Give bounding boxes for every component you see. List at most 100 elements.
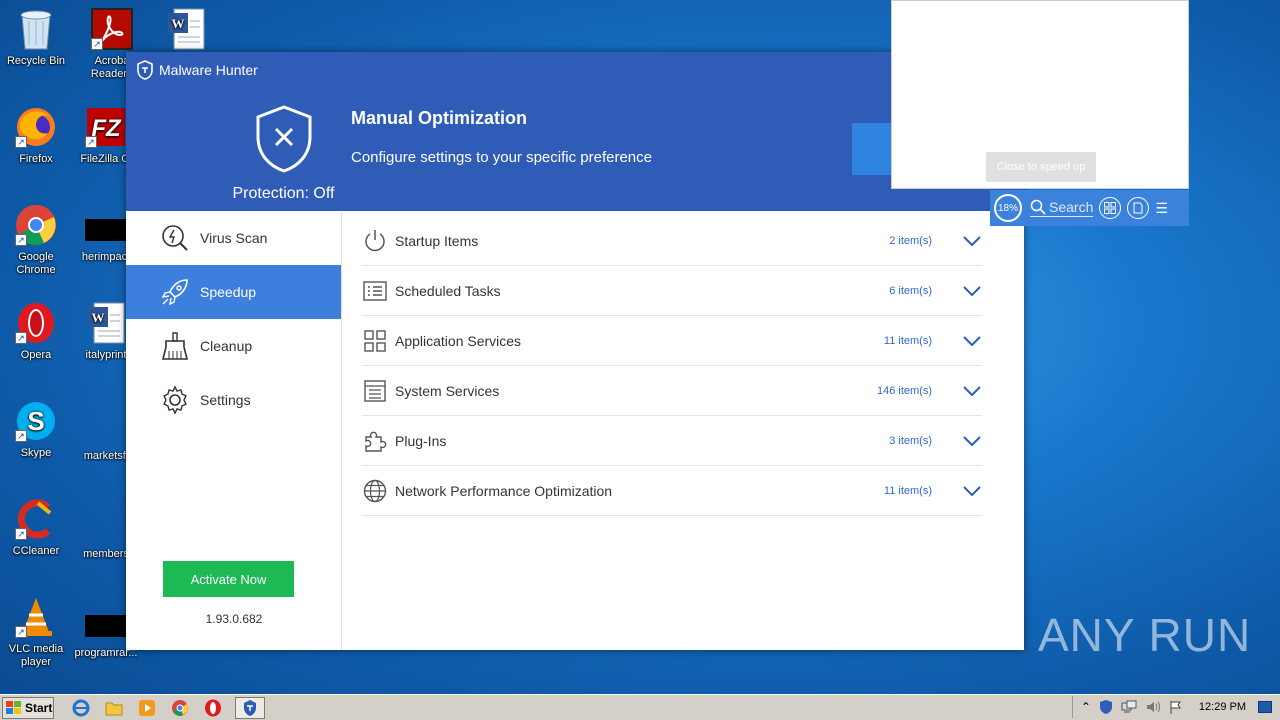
shortcut-arrow-icon: ↗ [15, 528, 27, 540]
apps-grid-button[interactable] [1099, 197, 1122, 219]
document-button[interactable] [1127, 197, 1150, 219]
speedup-popup-panel: Close to speed up [891, 0, 1189, 189]
chrome-icon: ↗ [13, 202, 59, 248]
tray-shield-icon[interactable] [1099, 699, 1113, 715]
shortcut-arrow-icon: ↗ [15, 136, 27, 148]
svg-text:S: S [27, 406, 44, 436]
start-button[interactable]: Start [2, 696, 54, 719]
desktop-icon-label: Recycle Bin [6, 55, 66, 67]
chevron-down-icon[interactable] [962, 235, 982, 246]
chevron-down-icon[interactable] [962, 285, 982, 296]
filezilla-icon: FZ ↗ [83, 104, 129, 150]
desktop-icon-firefox[interactable]: ↗ Firefox [0, 104, 72, 166]
list-item-name: System Services [395, 382, 500, 399]
app-header: Malware Hunter Protection: Off Manual Op… [126, 52, 1024, 211]
sidebar-item-label: Cleanup [200, 338, 253, 354]
ccleaner-icon: ↗ [13, 496, 59, 542]
blank-file-icon [83, 212, 129, 248]
document-list-icon [362, 378, 388, 404]
sidebar-item-virus-scan[interactable]: Virus Scan [126, 211, 341, 265]
desktop-icon-label: Skype [20, 447, 52, 459]
floating-search[interactable]: Search [1030, 199, 1094, 217]
search-icon [1030, 199, 1046, 215]
list-item-count: 6 item(s) [889, 284, 932, 297]
svg-text:W: W [172, 16, 185, 31]
app-logo-icon [137, 60, 153, 80]
shortcut-arrow-icon: ↗ [15, 332, 27, 344]
taskbar-opera-icon[interactable] [202, 697, 224, 719]
chevron-down-icon[interactable] [962, 435, 982, 446]
taskbar-chrome-icon[interactable] [169, 697, 191, 719]
grid-icon [362, 328, 388, 354]
clock[interactable]: 12:29 PM [1199, 701, 1246, 713]
list-item-scheduled-tasks[interactable]: Scheduled Tasks 6 item(s) [362, 266, 982, 316]
shortcut-arrow-icon: ↗ [15, 626, 27, 638]
chevron-down-icon[interactable] [962, 385, 982, 396]
puzzle-icon [362, 428, 388, 454]
desktop-icon-chrome[interactable]: ↗ Google Chrome [0, 202, 72, 277]
globe-icon [362, 478, 388, 504]
header-text: Manual Optimization Configure settings t… [351, 108, 652, 166]
menu-icon[interactable]: ☰ [1155, 200, 1168, 217]
desktop-icon-label: Firefox [19, 153, 53, 165]
desktop-icon-vlc[interactable]: ↗ VLC media player [0, 594, 72, 669]
word-document-icon: W [163, 6, 209, 52]
desktop-icon-skype[interactable]: S ↗ Skype [0, 398, 72, 460]
sidebar-item-cleanup[interactable]: Cleanup [126, 319, 341, 373]
sidebar-item-speedup[interactable]: Speedup [126, 265, 341, 319]
anyrun-watermark: ANY RUN [1038, 608, 1251, 662]
header-action-button[interactable] [852, 123, 892, 175]
activate-now-button[interactable]: Activate Now [163, 561, 294, 597]
list-item-plug-ins[interactable]: Plug-Ins 3 item(s) [362, 416, 982, 466]
optimization-list: Startup Items 2 item(s) Scheduled Tasks … [362, 216, 982, 516]
taskbar-malware-hunter-icon[interactable] [235, 696, 265, 719]
tray-flag-icon[interactable] [1169, 700, 1183, 714]
vlc-cone-icon: ↗ [13, 594, 59, 640]
taskbar: Start ⌃ 12:29 PM [0, 694, 1280, 720]
broom-icon [161, 332, 189, 360]
sidebar-item-label: Settings [200, 392, 251, 408]
floating-toolbar: 18% Search ☰ [990, 190, 1189, 226]
list-item-system-services[interactable]: System Services 146 item(s) [362, 366, 982, 416]
taskbar-media-player-icon[interactable] [136, 697, 158, 719]
list-item-count: 11 item(s) [883, 484, 932, 497]
tray-network-icon[interactable] [1121, 700, 1137, 714]
shortcut-arrow-icon: ↗ [15, 234, 27, 246]
tray-expand-icon[interactable]: ⌃ [1081, 700, 1091, 714]
sidebar-item-label: Speedup [200, 284, 257, 300]
desktop-icon-opera[interactable]: ↗ Opera [0, 300, 72, 362]
desktop-icon-word-doc[interactable]: W [150, 6, 222, 55]
malware-hunter-window: Malware Hunter Protection: Off Manual Op… [126, 52, 1024, 650]
desktop-icon-recycle-bin[interactable]: Recycle Bin [0, 6, 72, 68]
recycle-bin-icon [13, 6, 59, 52]
list-item-startup-items[interactable]: Startup Items 2 item(s) [362, 216, 982, 266]
desktop-icon-label: VLC media player [8, 643, 64, 668]
rocket-icon [161, 279, 188, 306]
memory-percent-badge[interactable]: 18% [994, 194, 1022, 222]
desktop-icon-label: Opera [20, 349, 52, 361]
tray-volume-icon[interactable] [1145, 700, 1161, 714]
chevron-down-icon[interactable] [962, 485, 982, 496]
desktop-icon-ccleaner[interactable]: ↗ CCleaner [0, 496, 72, 558]
floating-search-label: Search [1049, 199, 1094, 215]
svg-text:W: W [92, 310, 105, 325]
protection-status: Protection: Off [232, 185, 335, 202]
shortcut-arrow-icon: ↗ [85, 136, 97, 148]
firefox-icon: ↗ [13, 104, 59, 150]
list-item-name: Scheduled Tasks [395, 282, 501, 299]
list-item-application-services[interactable]: Application Services 11 item(s) [362, 316, 982, 366]
close-to-speed-up-button[interactable]: Close to speed up [986, 152, 1096, 182]
list-item-name: Startup Items [395, 232, 479, 249]
shortcut-arrow-icon: ↗ [91, 38, 103, 50]
taskbar-ie-icon[interactable] [70, 697, 92, 719]
chevron-down-icon[interactable] [962, 335, 982, 346]
sidebar-item-label: Virus Scan [200, 230, 268, 246]
shield-off-icon [256, 105, 311, 173]
list-item-network-performance[interactable]: Network Performance Optimization 11 item… [362, 466, 982, 516]
start-label: Start [25, 700, 53, 715]
list-item-name: Plug-Ins [395, 432, 447, 449]
app-title: Malware Hunter [159, 62, 258, 78]
taskbar-explorer-icon[interactable] [103, 697, 125, 719]
sidebar-item-settings[interactable]: Settings [126, 373, 341, 427]
show-desktop-icon[interactable] [1258, 701, 1272, 713]
